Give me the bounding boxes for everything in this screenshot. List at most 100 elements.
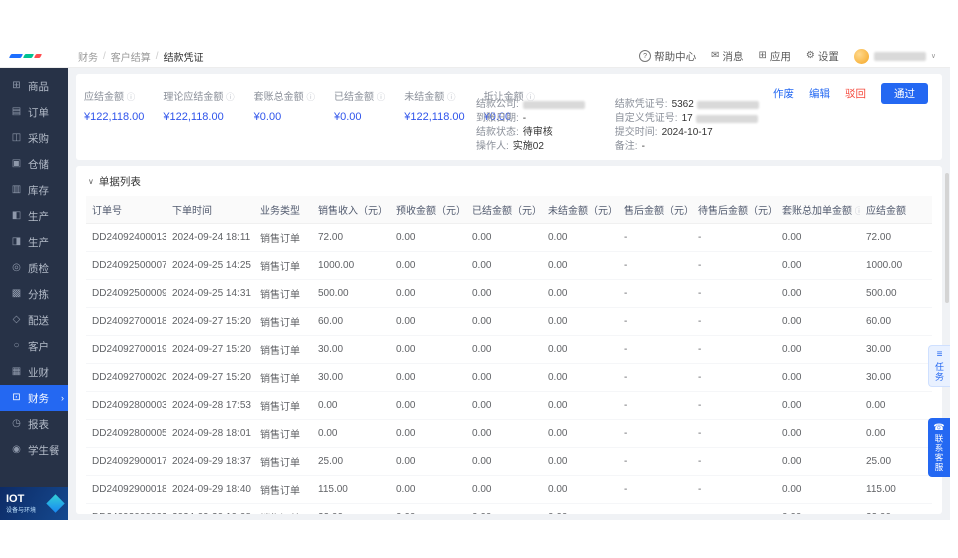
redacted-block: [523, 101, 585, 109]
voucher-actions: 作废编辑驳回通过: [773, 83, 928, 104]
reject-button[interactable]: 驳回: [845, 86, 866, 101]
table-row: DD240929000172024-09-29 18:37销售订单25.000.…: [86, 448, 932, 476]
sidebar-item-label: 订单: [28, 105, 49, 120]
table-cell: 销售订单: [254, 476, 312, 504]
order-number-cell: DD24092900018: [86, 476, 166, 504]
iot-logo: IOT 设备与环境: [0, 487, 68, 520]
order-number-cell: DD24092400013: [86, 224, 166, 252]
topbar-help[interactable]: ?帮助中心: [639, 49, 696, 64]
chevron-right-icon: ›: [61, 394, 64, 403]
orders-card: ∨ 单据列表 订单号下单时间业务类型销售收入（元） ⓘ预收金额（元） ⓘ已结金额…: [76, 166, 942, 514]
main-content: 应结金额 ⓘ¥122,118.00理论应结金额 ⓘ¥122,118.00套账总金…: [68, 68, 950, 520]
edit-button[interactable]: 编辑: [809, 86, 830, 101]
table-row: DD240930000032024-09-30 10:08销售订单22.000.…: [86, 504, 932, 515]
table-cell: 销售订单: [254, 224, 312, 252]
table-cell: -: [692, 224, 776, 252]
sidebar-item-production-1[interactable]: ◧生产: [0, 203, 68, 229]
customer-service-button[interactable]: ☎ 联系客服: [928, 418, 950, 477]
table-row: DD240928000052024-09-28 18:01销售订单0.000.0…: [86, 420, 932, 448]
sidebar-item-label: 学生餐: [28, 443, 60, 458]
table-cell: 115.00: [860, 476, 932, 504]
table-cell: -: [618, 280, 692, 308]
table-cell: 2024-09-25 14:25: [166, 252, 254, 280]
column-header: 预收金额（元） ⓘ: [390, 196, 466, 224]
table-cell: 0.00: [390, 504, 466, 515]
sidebar-item-finance[interactable]: ⊡ 财务 ›: [0, 385, 68, 411]
table-cell: 2024-09-27 15:20: [166, 308, 254, 336]
table-cell: 0.00: [860, 420, 932, 448]
approve-button[interactable]: 通过: [881, 83, 928, 104]
redacted-block: [697, 101, 759, 109]
sidebar-item-production-2[interactable]: ◨生产: [0, 229, 68, 255]
orders-section-toggle[interactable]: ∨ 单据列表: [88, 174, 932, 189]
breadcrumb-item[interactable]: 结款凭证: [164, 49, 204, 64]
biz-finance-icon: ▦: [11, 367, 22, 377]
task-float-button[interactable]: ≡ 任务: [928, 345, 950, 387]
stat-value: ¥0.00: [254, 111, 315, 123]
table-cell: 0.00: [776, 364, 860, 392]
detail-value: 17: [682, 112, 758, 126]
summary-stat-3: 已结金额 ⓘ¥0.00: [334, 88, 385, 123]
sidebar-item-customers[interactable]: ○客户: [0, 333, 68, 359]
stat-value: ¥122,118.00: [163, 111, 234, 123]
table-cell: 0.00: [390, 252, 466, 280]
detail-value: 5362: [672, 98, 759, 112]
scrollbar[interactable]: [945, 173, 949, 303]
sidebar-item-warehouse[interactable]: ▣仓储: [0, 151, 68, 177]
detail-row: 结款凭证号:5362: [615, 98, 759, 112]
table-cell: 0.00: [466, 252, 542, 280]
sidebar-item-reports[interactable]: ◷报表: [0, 411, 68, 437]
topbar-messages[interactable]: ✉消息: [711, 49, 743, 64]
table-cell: 销售订单: [254, 420, 312, 448]
table-cell: 30.00: [312, 336, 390, 364]
sidebar-item-orders[interactable]: ▤订单: [0, 99, 68, 125]
table-cell: 0.00: [466, 420, 542, 448]
table-cell: 2024-09-29 18:40: [166, 476, 254, 504]
sidebar-item-student-meal[interactable]: ◉学生餐: [0, 437, 68, 463]
table-cell: -: [692, 336, 776, 364]
sidebar-item-label: 财务: [28, 391, 49, 406]
table-cell: 0.00: [390, 280, 466, 308]
table-cell: 2024-09-24 18:11: [166, 224, 254, 252]
detail-label: 结款公司:: [476, 98, 519, 112]
detail-value: [523, 101, 585, 109]
table-cell: 0.00: [542, 476, 618, 504]
table-cell: 0.00: [466, 336, 542, 364]
detail-value: -: [642, 140, 645, 154]
sidebar-item-goods[interactable]: ⊞商品: [0, 73, 68, 99]
table-row: DD240927000192024-09-27 15:20销售订单30.000.…: [86, 336, 932, 364]
redacted-username: [874, 52, 926, 61]
finance-icon: ⊡: [11, 393, 22, 403]
detail-label: 自定义凭证号:: [615, 112, 678, 126]
column-header: 下单时间: [166, 196, 254, 224]
detail-label: 结款状态:: [476, 126, 519, 140]
table-cell: 0.00: [542, 504, 618, 515]
topbar-settings[interactable]: ⚙设置: [806, 49, 839, 64]
table-cell: 2024-09-28 18:01: [166, 420, 254, 448]
sidebar-item-sorting[interactable]: ▩分拣: [0, 281, 68, 307]
user-menu[interactable]: ∨: [854, 49, 936, 64]
topbar-apps[interactable]: ⊞应用: [759, 49, 791, 64]
table-cell: 1000.00: [312, 252, 390, 280]
table-cell: -: [692, 476, 776, 504]
mail-icon: ✉: [711, 51, 719, 61]
table-cell: 销售订单: [254, 364, 312, 392]
table-cell: 0.00: [776, 336, 860, 364]
table-cell: 2024-09-27 15:20: [166, 364, 254, 392]
breadcrumb-item[interactable]: 财务: [78, 49, 98, 64]
sidebar-item-inventory[interactable]: ▥库存: [0, 177, 68, 203]
topbar-settings-label: 设置: [818, 49, 839, 64]
sidebar-item-quality[interactable]: ◎质检: [0, 255, 68, 281]
sidebar-item-delivery[interactable]: ◇配送: [0, 307, 68, 333]
sidebar-item-biz-finance[interactable]: ▦业财: [0, 359, 68, 385]
detail-label: 备注:: [615, 140, 638, 154]
column-header: 待售后金额（元） ⓘ: [692, 196, 776, 224]
customers-icon: ○: [11, 341, 22, 351]
breadcrumb-item[interactable]: 客户结算: [111, 49, 151, 64]
task-float-label: 任务: [933, 362, 946, 382]
headset-icon: ☎: [933, 423, 944, 432]
stat-label: 已结金额 ⓘ: [334, 88, 385, 103]
sidebar-item-purchase[interactable]: ◫采购: [0, 125, 68, 151]
table-cell: -: [618, 392, 692, 420]
void-button[interactable]: 作废: [773, 86, 794, 101]
